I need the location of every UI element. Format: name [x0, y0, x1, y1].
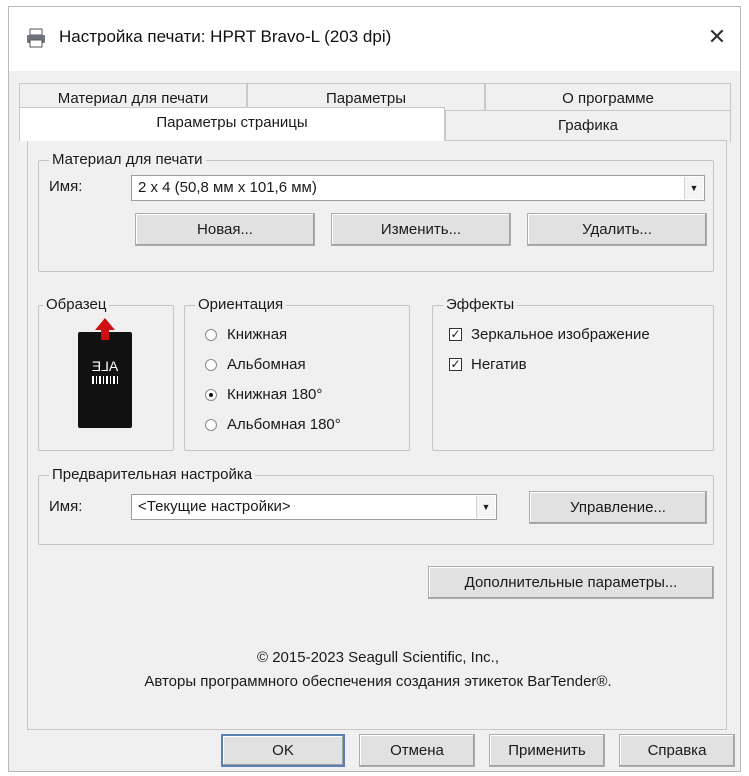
apply-button[interactable]: Применить — [489, 734, 605, 767]
effects-group-label: Эффекты — [443, 296, 518, 314]
radio-button[interactable] — [205, 329, 217, 341]
new-media-button[interactable]: Новая... — [135, 213, 315, 246]
radio-button[interactable] — [205, 359, 217, 371]
tab-page-setup[interactable]: Параметры страницы — [19, 107, 445, 141]
sample-group-label: Образец — [43, 296, 110, 314]
checkbox-checked-icon[interactable]: ✓ — [449, 328, 462, 341]
media-name-select[interactable]: 2 x 4 (50,8 мм x 101,6 мм) ▼ — [131, 175, 705, 201]
media-group-label: Материал для печати — [49, 151, 206, 169]
mirror-label: Зеркальное изображение — [471, 326, 650, 343]
media-name-label: Имя: — [49, 178, 83, 195]
chevron-down-icon[interactable]: ▼ — [476, 496, 495, 518]
sample-group: Образец ALE — [38, 296, 174, 451]
media-group: Материал для печати Имя: 2 x 4 (50,8 мм … — [38, 151, 714, 272]
orientation-landscape-180-label: Альбомная 180° — [227, 416, 341, 433]
manage-presets-button[interactable]: Управление... — [529, 491, 707, 524]
preset-group-label: Предварительная настройка — [49, 466, 256, 484]
orientation-group-label: Ориентация — [195, 296, 287, 314]
window-title: Настройка печати: HPRT Bravo-L (203 dpi) — [59, 27, 392, 46]
orientation-portrait-label: Книжная — [227, 326, 288, 343]
copyright-line-1: © 2015-2023 Seagull Scientific, Inc., — [256, 649, 500, 666]
preset-group: Предварительная настройка Имя: <Текущие … — [38, 466, 714, 545]
edit-media-button[interactable]: Изменить... — [331, 213, 511, 246]
orientation-landscape-label: Альбомная — [227, 356, 306, 373]
preview-text: ALE — [92, 358, 118, 374]
delete-media-button[interactable]: Удалить... — [527, 213, 707, 246]
preset-name-value: <Текущие настройки> — [138, 498, 291, 515]
effects-group: Эффекты ✓ Зеркальное изображение ✓ Негат… — [432, 296, 714, 451]
advanced-options-button[interactable]: Дополнительные параметры... — [428, 566, 714, 599]
radio-button-selected[interactable] — [205, 389, 217, 401]
media-name-value: 2 x 4 (50,8 мм x 101,6 мм) — [138, 179, 317, 196]
preset-name-label: Имя: — [49, 498, 83, 515]
printer-icon — [27, 28, 45, 48]
sample-preview: ALE — [78, 318, 132, 428]
orientation-portrait-180-label: Книжная 180° — [227, 386, 323, 403]
checkbox-checked-icon[interactable]: ✓ — [449, 358, 462, 371]
tab-graphics[interactable]: Графика — [445, 110, 731, 142]
copyright-line-2: Авторы программного обеспечения создания… — [144, 673, 612, 690]
print-settings-dialog: Настройка печати: HPRT Bravo-L (203 dpi)… — [8, 6, 741, 772]
radio-button[interactable] — [205, 419, 217, 431]
chevron-down-icon[interactable]: ▼ — [684, 177, 703, 199]
title-bar: Настройка печати: HPRT Bravo-L (203 dpi)… — [9, 7, 740, 71]
ok-button[interactable]: OK — [221, 734, 345, 767]
negative-label: Негатив — [471, 356, 527, 373]
orientation-group: Ориентация Книжная Альбомная Книжная 180… — [184, 296, 410, 451]
help-button[interactable]: Справка — [619, 734, 735, 767]
preset-name-select[interactable]: <Текущие настройки> ▼ — [131, 494, 497, 520]
tab-panel-page-setup: Материал для печати Имя: 2 x 4 (50,8 мм … — [27, 140, 727, 730]
cancel-button[interactable]: Отмена — [359, 734, 475, 767]
close-button[interactable]: ✕ — [694, 17, 740, 57]
